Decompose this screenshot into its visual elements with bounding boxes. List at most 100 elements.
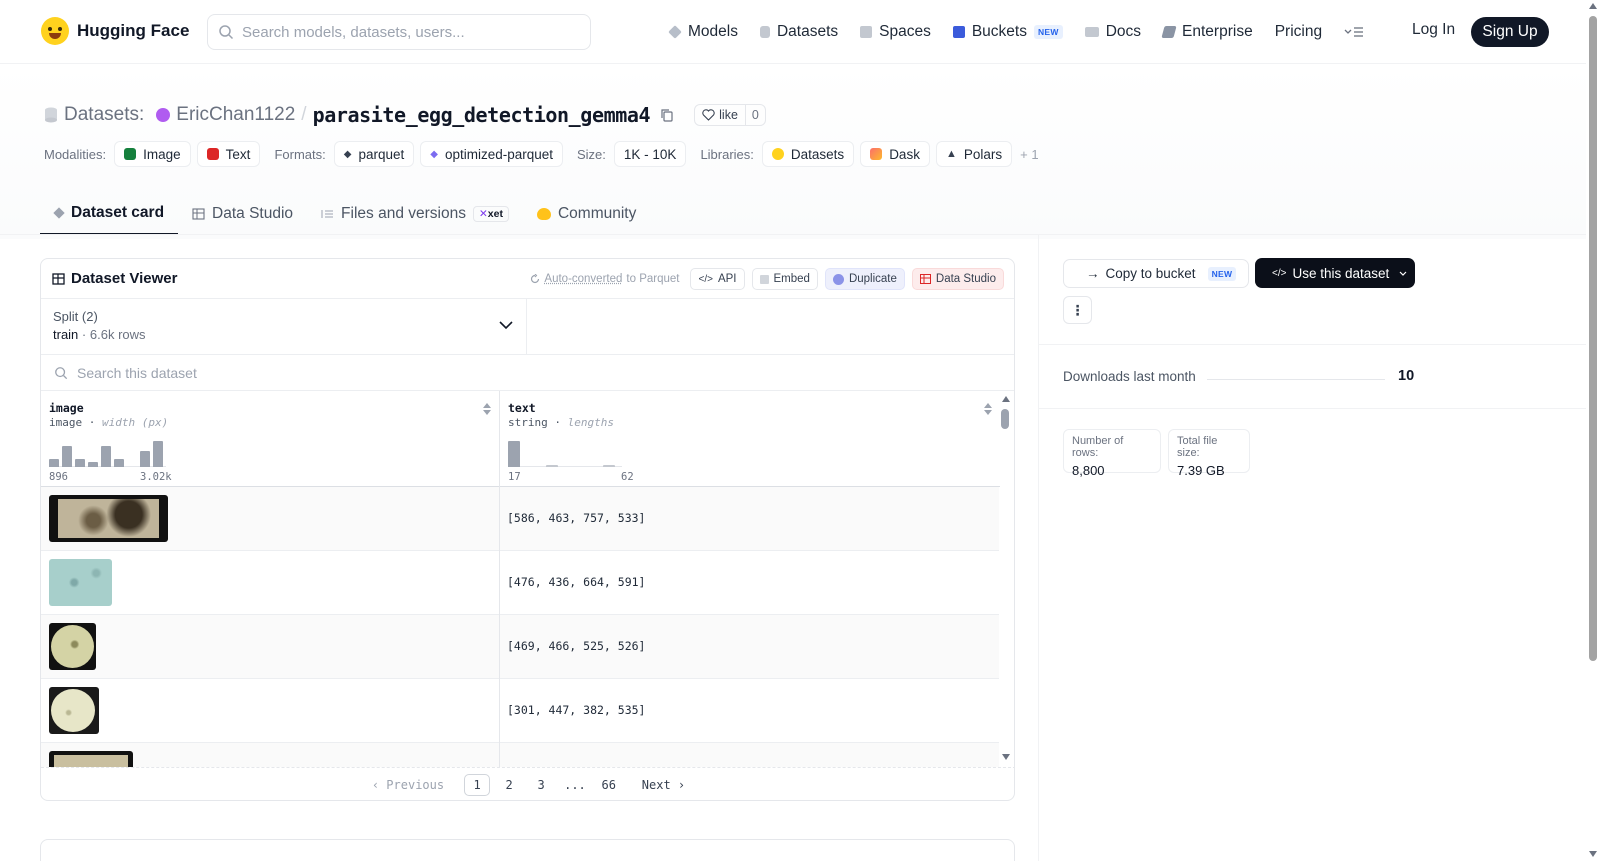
copy-icon[interactable] (660, 108, 674, 122)
copy-to-bucket-button[interactable]: → Copy to bucket NEW (1063, 259, 1249, 288)
table-row[interactable]: [476, 436, 664, 591] (41, 551, 999, 615)
owner-avatar (156, 108, 171, 122)
scroll-up-icon[interactable] (1588, 2, 1598, 10)
table-row[interactable]: [586, 463, 757, 533] (41, 487, 999, 551)
histogram-bar[interactable] (140, 451, 150, 467)
use-this-dataset-button[interactable]: </> Use this dataset (1255, 258, 1415, 288)
signup-button[interactable]: Sign Up (1471, 17, 1549, 47)
scroll-up-icon[interactable] (1001, 395, 1011, 403)
embed-button[interactable]: Embed (751, 268, 818, 290)
histogram-bar[interactable] (49, 459, 59, 467)
repo-owner-link[interactable]: EricChan1122 (176, 104, 295, 126)
nav-datasets[interactable]: Datasets (759, 23, 838, 41)
tag-library-dask[interactable]: Dask (860, 141, 930, 167)
nav-pricing[interactable]: Pricing (1275, 23, 1322, 41)
dataset-search-input[interactable] (77, 364, 577, 381)
community-icon (536, 208, 551, 220)
histogram-bar[interactable] (546, 465, 558, 467)
duplicate-button[interactable]: Duplicate (824, 268, 905, 290)
pager-next[interactable]: Next › (638, 774, 689, 796)
sort-icon[interactable] (984, 403, 992, 415)
grid-scrollbar[interactable] (1000, 391, 1014, 767)
data-studio-button[interactable]: Data Studio (911, 268, 1004, 290)
pager-page-2[interactable]: 2 (496, 774, 522, 796)
scroll-down-icon[interactable] (1001, 753, 1011, 761)
pager-page-1[interactable]: 1 (464, 773, 491, 796)
column-name: image (49, 401, 84, 415)
column-header-image[interactable]: image image · width (px) 896 3.02k (41, 391, 499, 487)
api-button[interactable]: </> API (690, 268, 745, 290)
tab-community[interactable]: Community (523, 193, 650, 235)
table-row[interactable]: [469, 466, 525, 526] (41, 615, 999, 679)
nav-spaces[interactable]: Spaces (860, 23, 931, 41)
row-image-thumbnail[interactable] (49, 687, 99, 734)
login-link[interactable]: Log In (1412, 21, 1455, 39)
like-action[interactable]: like (695, 105, 746, 125)
libraries-label: Libraries: (700, 146, 754, 162)
pagination: ‹ Previous 1 2 3 ... 66 Next › (41, 767, 1014, 800)
brand-logo[interactable]: Hugging Face (41, 17, 189, 45)
like-button[interactable]: like 0 (694, 104, 766, 126)
histogram-bar[interactable] (114, 459, 124, 467)
histogram-min: 17 (508, 471, 521, 483)
tag-modality-image[interactable]: Image (114, 141, 191, 167)
grid-scrollbar-thumb[interactable] (1001, 409, 1009, 429)
histogram-bar[interactable] (508, 441, 520, 467)
hugging-face-icon (771, 148, 784, 160)
row-image-thumbnail[interactable] (49, 751, 133, 767)
tab-data-studio[interactable]: Data Studio (178, 193, 307, 235)
pager-page-last[interactable]: 66 (596, 774, 622, 796)
pager-previous[interactable]: ‹ Previous (368, 774, 448, 796)
nav-models[interactable]: Models (668, 23, 738, 41)
sort-icon[interactable] (483, 403, 491, 415)
row-image-thumbnail[interactable] (49, 559, 112, 606)
histogram-bar[interactable] (88, 462, 98, 467)
tag-library-datasets[interactable]: Datasets (761, 141, 855, 167)
sidebar-separator (1039, 408, 1586, 409)
scroll-down-icon[interactable] (1588, 850, 1598, 858)
column-header-text[interactable]: text string · lengths 17 62 (500, 391, 1000, 487)
tag-library-polars[interactable]: ▲ Polars (935, 141, 1013, 167)
nav-docs[interactable]: Docs (1084, 23, 1141, 41)
histogram-bar[interactable] (62, 446, 72, 467)
repo-name-link[interactable]: parasite_egg_detection_gemma4 (313, 103, 651, 127)
split-selector[interactable]: Split (2) train · 6.6k rows (41, 299, 527, 354)
enterprise-icon (1161, 26, 1177, 38)
tab-files-and-versions[interactable]: Files and versions ✕xet (307, 193, 523, 235)
row-image-thumbnail[interactable] (49, 623, 96, 670)
tag-format-parquet[interactable]: ◆ parquet (333, 141, 415, 167)
histogram-bar[interactable] (75, 459, 85, 467)
histogram-bar[interactable] (603, 465, 615, 467)
pager-ellipsis: ... (564, 777, 586, 792)
nav-more-menu[interactable] (1344, 26, 1364, 38)
nav-enterprise[interactable]: Enterprise (1161, 23, 1253, 41)
global-search[interactable] (207, 14, 591, 50)
more-options-button[interactable]: ⋮ (1063, 296, 1092, 324)
tag-format-optimized-parquet[interactable]: ◆ optimized-parquet (420, 141, 563, 167)
files-icon (321, 210, 334, 218)
auto-converted-link[interactable]: Auto-converted (544, 273, 622, 285)
page-scrollbar-thumb[interactable] (1589, 16, 1597, 661)
formats-label: Formats: (274, 146, 326, 162)
tag-size[interactable]: 1K - 10K (613, 141, 687, 167)
dataset-viewer: Dataset Viewer Auto-converted to Parquet… (40, 258, 1015, 801)
auto-converted-note: Auto-converted to Parquet (530, 273, 679, 285)
table-row[interactable]: [301, 447, 382, 535] (41, 679, 999, 743)
tab-dataset-card[interactable]: Dataset card (40, 193, 179, 235)
tag-modality-text[interactable]: Text (196, 141, 261, 167)
histogram-bar[interactable] (101, 446, 111, 467)
book-icon (1084, 27, 1099, 37)
global-search-input[interactable] (242, 23, 562, 41)
row-image-thumbnail[interactable] (49, 495, 168, 542)
libraries-more[interactable]: + 1 (1020, 147, 1038, 162)
column-divider (499, 391, 500, 767)
downloads-sparkline (1207, 379, 1385, 380)
histogram-bar[interactable] (153, 441, 163, 467)
row-text-value: [301, 447, 382, 535] (507, 703, 646, 717)
arrow-right-icon: → (1086, 266, 1100, 281)
dataset-search[interactable] (41, 355, 1014, 391)
search-icon (55, 366, 68, 379)
nav-buckets[interactable]: Buckets NEW (952, 23, 1063, 41)
pager-page-3[interactable]: 3 (528, 774, 554, 796)
table-row[interactable] (41, 743, 999, 767)
